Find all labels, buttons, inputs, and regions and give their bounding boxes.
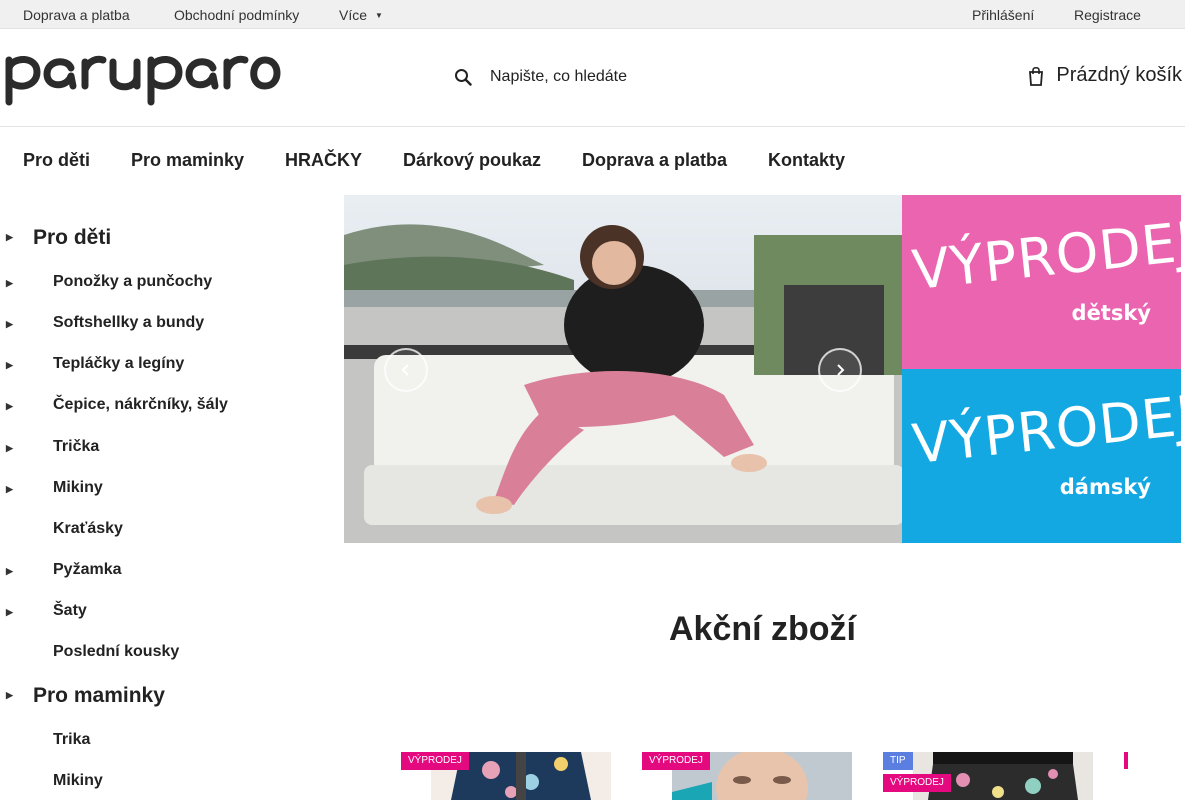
sidebar-item-label: Čepice, nákrčníky, šály — [53, 396, 228, 413]
chevron-right-icon: ▶ — [6, 401, 13, 411]
search-icon — [455, 69, 472, 86]
nav-item-kids[interactable]: Pro děti — [23, 150, 90, 171]
promo-sale-women[interactable]: VÝPRODEJ dámský — [902, 369, 1181, 543]
sidebar-item-label: Trika — [53, 731, 91, 748]
sidebar-item-label: Tepláčky a legíny — [53, 355, 185, 372]
chevron-right-icon: ▶ — [6, 360, 13, 370]
sidebar-category-label: Pro děti — [33, 226, 112, 249]
cart-icon — [1029, 66, 1044, 86]
nav-item-moms[interactable]: Pro maminky — [131, 150, 244, 171]
chevron-right-icon: ▶ — [6, 443, 13, 453]
chevron-right-icon: ▶ — [6, 319, 13, 329]
sidebar-item-label: Kraťásky — [53, 520, 123, 537]
slider-prev-button[interactable] — [384, 348, 428, 392]
hero-slider[interactable] — [344, 195, 902, 543]
sidebar-item-label: Poslední kousky — [53, 643, 180, 660]
cart-button[interactable]: Prázdný košík — [1028, 64, 1182, 87]
slider-next-button[interactable] — [818, 348, 862, 392]
search-placeholder[interactable]: Napište, co hledáte — [490, 68, 627, 86]
header-divider — [0, 126, 1185, 127]
topbar-link-shipping[interactable]: Doprava a platba — [23, 7, 130, 23]
login-link[interactable]: Přihlášení — [972, 7, 1034, 23]
promo-title: VÝPRODEJ — [909, 209, 1181, 302]
section-title-sale-products: Akční zboží — [668, 610, 857, 648]
sidebar-item-label: Mikiny — [53, 772, 103, 789]
sidebar-item-label: Pyžamka — [53, 561, 122, 578]
badge-tip: TIP — [883, 752, 913, 770]
topbar-link-terms[interactable]: Obchodní podmínky — [174, 7, 299, 23]
promo-title: VÝPRODEJ — [909, 383, 1181, 476]
topbar-more-label: Více — [339, 7, 368, 23]
sidebar-item-label: Mikiny — [53, 479, 103, 496]
chevron-right-icon: ▶ — [6, 278, 13, 288]
nav-item-shipping[interactable]: Doprava a platba — [582, 150, 727, 171]
badge-sale: VÝPRODEJ — [401, 752, 469, 770]
chevron-right-icon: ▶ — [6, 690, 13, 700]
chevron-right-icon: ▶ — [6, 232, 13, 242]
promo-sale-kids[interactable]: VÝPRODEJ dětský — [902, 195, 1181, 369]
nav-item-gift-voucher[interactable]: Dárkový poukaz — [403, 150, 541, 171]
sidebar-item-label: Ponožky a punčochy — [53, 273, 213, 290]
chevron-left-icon — [401, 364, 409, 376]
chevron-right-icon: ▶ — [6, 484, 13, 494]
topbar-link-more[interactable]: Více ▼ — [339, 7, 383, 23]
site-logo[interactable] — [3, 38, 285, 106]
chevron-right-icon — [837, 364, 845, 376]
sidebar-item-label: Softshellky a bundy — [53, 314, 205, 331]
product-card[interactable]: VÝPRODEJ — [642, 752, 852, 800]
badge-sale: VÝPRODEJ — [642, 752, 710, 770]
register-link[interactable]: Registrace — [1074, 7, 1141, 23]
badge-sale: VÝPRODEJ — [883, 774, 951, 792]
search-box[interactable]: Napište, co hledáte — [452, 62, 627, 92]
product-card[interactable]: VÝPRODEJ — [401, 752, 611, 800]
chevron-down-icon: ▼ — [375, 11, 383, 20]
product-card[interactable]: TIP VÝPRODEJ — [883, 752, 1093, 800]
nav-item-toys[interactable]: HRAČKY — [285, 150, 362, 171]
chevron-right-icon: ▶ — [6, 566, 13, 576]
top-utility-bar: Doprava a platba Obchodní podmínky Více ▼… — [0, 0, 1185, 29]
cart-label: Prázdný košík — [1056, 64, 1182, 86]
promo-subtitle: dětský — [1071, 301, 1151, 325]
promo-subtitle: dámský — [1059, 475, 1151, 499]
nav-item-contacts[interactable]: Kontakty — [768, 150, 845, 171]
next-card-badge-edge — [1124, 752, 1128, 769]
sidebar-category-label: Pro maminky — [33, 684, 165, 707]
sidebar-item-label: Šaty — [53, 602, 87, 619]
sidebar-item-label: Trička — [53, 438, 100, 455]
logo-wordmark — [5, 55, 281, 106]
chevron-right-icon: ▶ — [6, 607, 13, 617]
